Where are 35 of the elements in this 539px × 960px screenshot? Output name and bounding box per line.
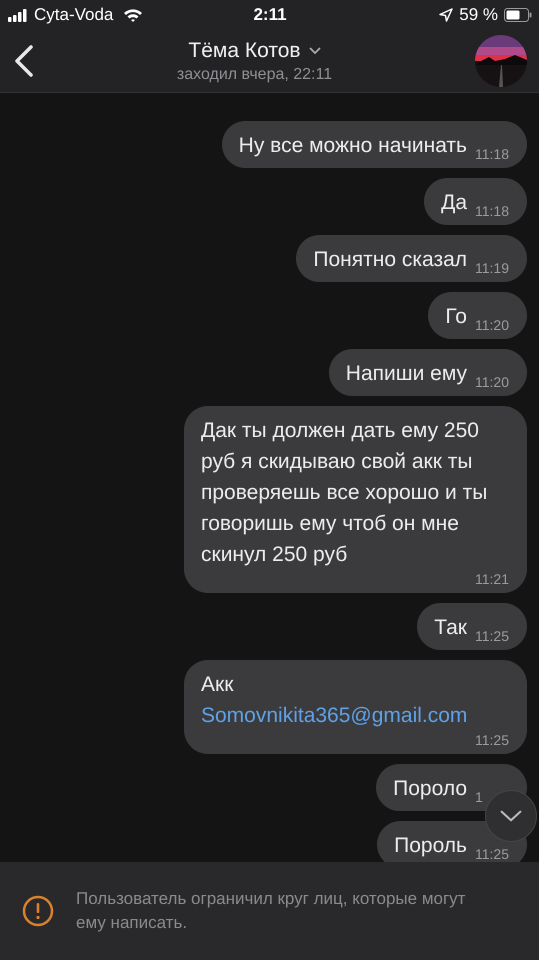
- battery-icon: [504, 8, 532, 22]
- message-time: 1: [475, 788, 484, 806]
- chevron-down-icon: [500, 810, 522, 822]
- message-time: 11:25: [475, 731, 510, 749]
- message-time: 11:21: [475, 570, 510, 588]
- wifi-icon: [123, 8, 144, 22]
- warning-icon: [22, 895, 54, 927]
- message-text: Дак ты должен дать ему 250 руб я скидываю свой акк ты проверяешь все хорошо и ты говоришь ему чтоб он мне скинул 250 руб: [201, 418, 488, 568]
- message-text: Так: [434, 615, 467, 641]
- message-time: 11:25: [475, 627, 510, 645]
- message-time: 11:19: [475, 259, 510, 277]
- contact-name[interactable]: Тёма Котов: [188, 38, 301, 62]
- message-time: 11:20: [475, 316, 510, 334]
- signal-icon: [8, 8, 28, 22]
- message-time: 11:18: [475, 145, 510, 163]
- message-time: 11:18: [475, 202, 510, 220]
- battery-percent: 59 %: [459, 5, 498, 25]
- message-time: 11:25: [475, 845, 510, 862]
- message-text: Ну все можно начинать: [238, 133, 467, 159]
- message-text: Пороло: [393, 776, 467, 802]
- status-time: 2:11: [253, 5, 287, 25]
- message-text: Да: [441, 190, 467, 216]
- message-text: Пороль: [394, 833, 467, 859]
- message-text: Акк: [201, 672, 234, 698]
- back-icon[interactable]: [14, 45, 34, 77]
- carrier-name: Cyta-Voda: [34, 5, 114, 25]
- chevron-down-icon[interactable]: [308, 46, 321, 54]
- message-time: 11:20: [475, 373, 510, 391]
- message-text: Го: [445, 304, 467, 330]
- restriction-notice: Пользователь ограничил круг лиц, которые могут ему написать.: [76, 888, 466, 934]
- message-text: Напиши ему: [346, 361, 467, 387]
- location-arrow-icon: [439, 8, 454, 22]
- message-text: Понятно сказал: [313, 247, 467, 273]
- last-seen: заходил вчера, 22:11: [176, 66, 332, 84]
- email-link[interactable]: Somovnikita365@gmail.com: [201, 700, 513, 731]
